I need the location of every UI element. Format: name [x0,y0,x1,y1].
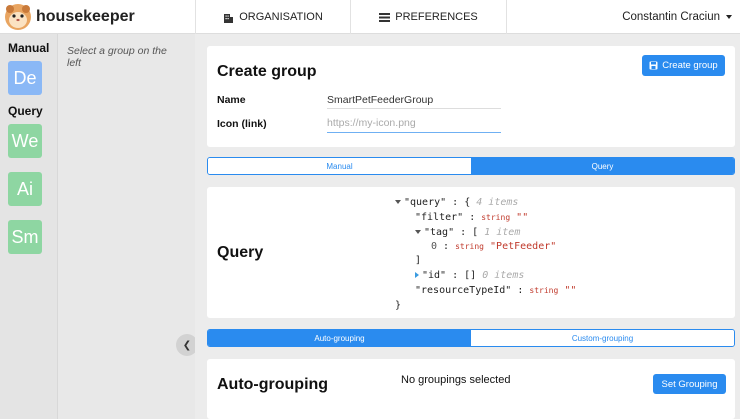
icon-link-label: Icon (link) [217,118,267,130]
group-icon-column: Manual De Query We Ai Sm [0,34,57,419]
list-icon [379,12,391,22]
group-list-column: Select a group on the left [57,34,195,419]
chevron-down-icon [726,15,732,19]
json-type: string [529,286,559,295]
json-item-count: 4 items [476,197,519,208]
tab-auto-grouping[interactable]: Auto-grouping [208,330,471,346]
main-content: Create group Create group Name SmartPetF… [195,34,740,419]
set-grouping-button[interactable]: Set Grouping [653,374,726,394]
tab-query[interactable]: Query [471,158,734,174]
expand-triangle-icon[interactable] [415,272,419,278]
group-type-toggle: Manual Query [207,157,735,175]
auto-grouping-card: Auto-grouping No groupings selected Set … [207,359,735,419]
json-value: "" [564,285,577,296]
icon-link-input[interactable] [327,115,501,131]
json-type: string [455,242,484,251]
tab-manual[interactable]: Manual [208,158,471,174]
select-group-hint: Select a group on the left [67,45,167,69]
nav-organisation-label: ORGANISATION [239,11,323,23]
json-index: 0 [431,241,438,252]
json-resource-type-line: "resourceTypeId" : string "" [415,285,577,296]
json-id-line: "id" : [] 0 items [415,269,524,283]
json-key: "resourceTypeId" [415,285,512,296]
create-group-button-label: Create group [662,60,718,71]
grouping-status: No groupings selected [401,374,511,386]
chevron-left-icon: ❮ [182,339,192,351]
user-name: Constantin Craciun [622,11,720,23]
json-type: string [481,213,511,222]
nav-divider [506,0,507,34]
json-key: "filter" [415,212,464,223]
group-tile-query[interactable]: Sm [8,220,42,254]
manual-section-label: Manual [8,41,50,55]
json-tag-close: ] [415,255,422,266]
query-title: Query [217,244,264,261]
top-nav: housekeeper ORGANISATION PREFERENCES Con… [0,0,740,34]
brand-name: housekeeper [36,8,135,25]
grouping-mode-toggle: Auto-grouping Custom-grouping [207,329,735,347]
json-value: "" [516,212,529,223]
json-filter-line: "filter" : string "" [415,212,529,223]
query-card: Query "query" : { 4 items "filter" : str… [207,187,735,318]
icon-link-underline [327,132,501,133]
json-key: "query" [404,197,447,208]
save-icon [649,61,658,70]
nav-preferences-label: PREFERENCES [395,11,478,23]
hamster-logo-icon[interactable] [4,3,32,31]
json-value: "PetFeeder" [490,241,557,252]
name-field-underline [327,108,501,109]
create-group-button[interactable]: Create group [642,55,725,76]
json-key: "id" [422,270,447,281]
set-grouping-button-label: Set Grouping [661,378,718,390]
query-section-label: Query [8,104,43,118]
name-label: Name [217,94,246,106]
user-menu[interactable]: Constantin Craciun [622,0,732,34]
group-tile-query[interactable]: Ai [8,172,42,206]
collapse-triangle-icon[interactable] [395,200,401,204]
json-tag-item-line: 0 : string "PetFeeder" [431,241,557,252]
nav-preferences[interactable]: PREFERENCES [351,0,506,34]
group-tile-label: Sm [11,226,39,247]
collapse-triangle-icon[interactable] [415,230,421,234]
json-tag-line: "tag" : [ 1 item [415,226,520,240]
json-item-count: 0 items [482,270,525,281]
group-tile-label: We [11,130,39,151]
json-key: "tag" [424,227,455,238]
create-group-card: Create group Create group Name SmartPetF… [207,46,735,147]
json-item-count: 1 item [484,227,521,238]
name-field[interactable]: SmartPetFeederGroup [327,94,433,106]
create-group-title: Create group [217,63,317,80]
group-tile-label: Ai [16,178,33,199]
group-tile-label: De [13,67,37,88]
auto-grouping-title: Auto-grouping [217,376,329,393]
group-tile-manual[interactable]: De [8,61,42,95]
json-root-line: "query" : { 4 items [395,196,518,210]
nav-organisation[interactable]: ORGANISATION [196,0,350,34]
group-tile-query[interactable]: We [8,124,42,158]
tab-custom-grouping[interactable]: Custom-grouping [471,330,734,346]
json-root-close: } [395,300,402,311]
building-icon [224,13,234,23]
